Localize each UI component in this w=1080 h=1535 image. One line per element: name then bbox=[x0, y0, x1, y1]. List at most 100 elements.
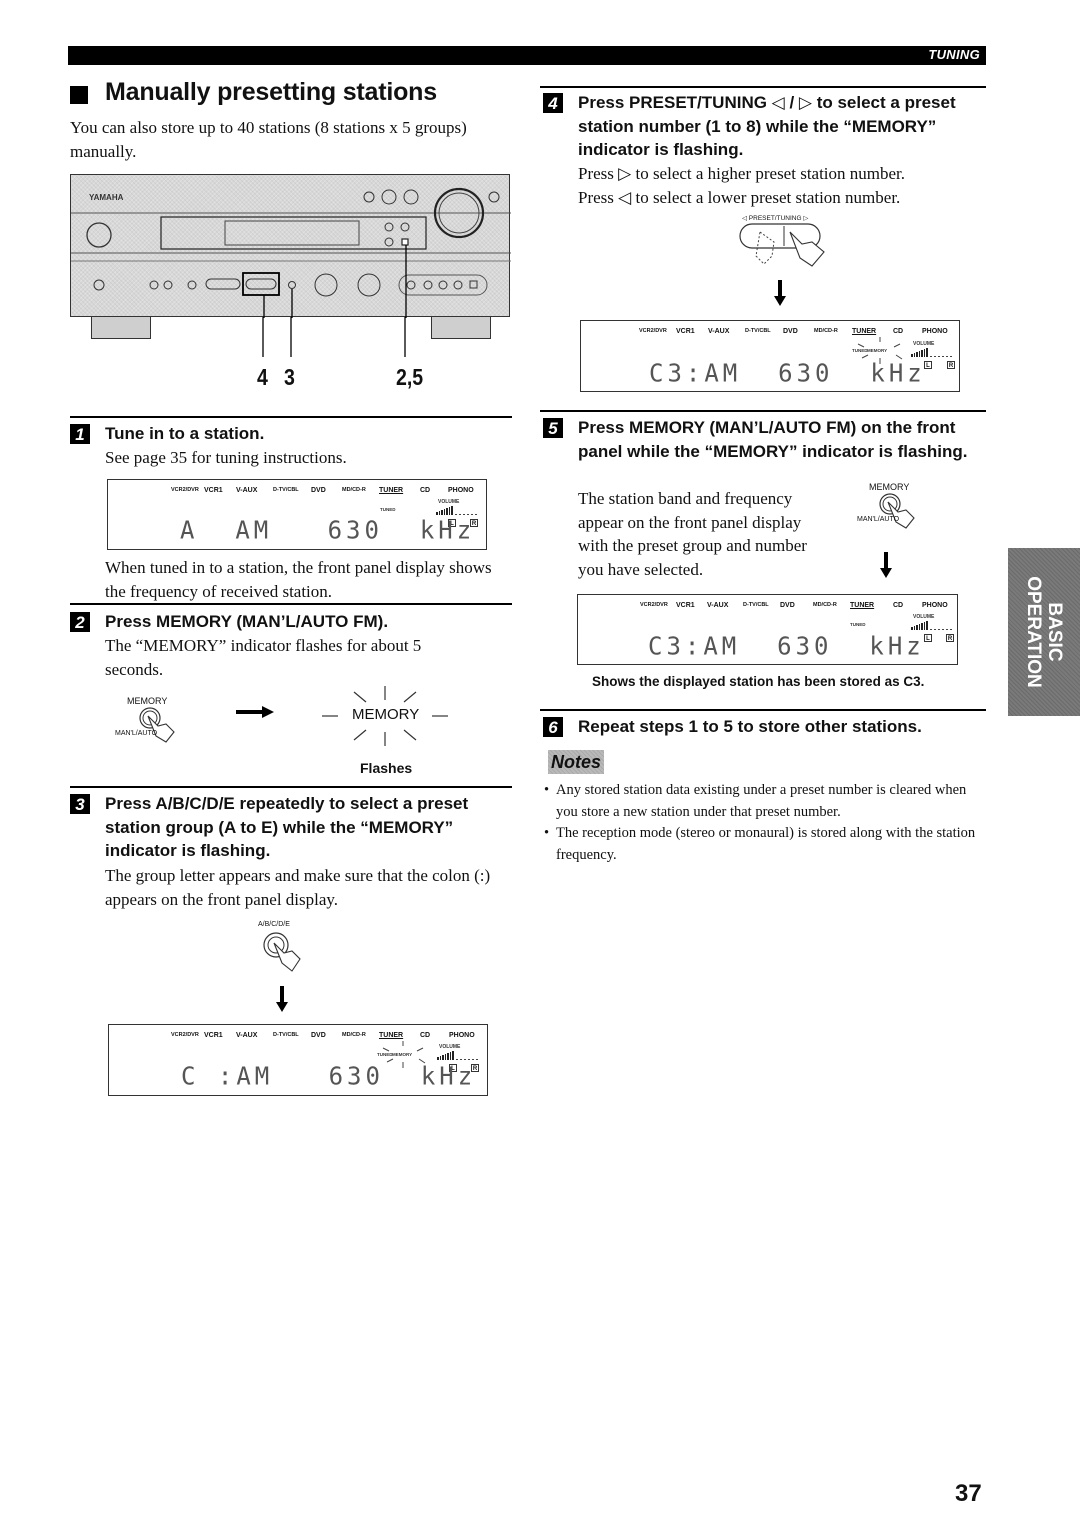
arrow-down-icon bbox=[880, 552, 892, 578]
display-input-dtv-cbl: D-TV/CBL bbox=[743, 602, 769, 608]
step-4-heading: Press PRESET/TUNING ◁ / ▷ to select a pr… bbox=[578, 93, 956, 159]
display-input-dvd: DVD bbox=[783, 328, 798, 335]
display-input-labels: VCR2/DVR VCR1 V-AUX D-TV/CBL DVD MD/CD-R… bbox=[108, 487, 486, 497]
display-volume-label: VOLUME bbox=[913, 614, 935, 620]
step-6-heading: Repeat steps 1 to 5 to store other stati… bbox=[578, 717, 922, 736]
memory-button-press-icon bbox=[139, 707, 175, 743]
step-1-number: 1 bbox=[70, 424, 90, 444]
display-input-vcr1: VCR1 bbox=[204, 487, 223, 494]
display-volume-label: VOLUME bbox=[439, 1044, 461, 1050]
step-2-heading: Press MEMORY (MAN’L/AUTO FM). bbox=[105, 612, 389, 631]
memory-button-bottom-label: MAN'L/AUTO bbox=[115, 730, 158, 737]
display-tuned-indicator: TUNED bbox=[850, 622, 866, 627]
arrow-down-icon bbox=[774, 280, 786, 306]
display-input-md-cdr: MD/CD-R bbox=[814, 328, 838, 334]
display-main-readout: C :AM 630 kHz bbox=[181, 1061, 477, 1091]
volume-level-bar bbox=[436, 506, 477, 515]
side-tab-line-2: OPERATION bbox=[1023, 576, 1044, 688]
step-5-number: 5 bbox=[543, 418, 563, 438]
step-1-rule bbox=[70, 416, 512, 418]
side-tab-label: BASIC OPERATION bbox=[1023, 576, 1065, 688]
display-input-phono: PHONO bbox=[922, 328, 948, 335]
memory-indicator-label: MEMORY bbox=[352, 706, 420, 723]
callout-step-2-5: 2,5 bbox=[396, 364, 424, 390]
display-input-v-aux: V-AUX bbox=[708, 328, 730, 335]
display-volume-label: VOLUME bbox=[438, 499, 460, 505]
notes-badge: Notes bbox=[548, 750, 604, 774]
step-4-body-lower: Press ◁ to select a lower preset station… bbox=[578, 188, 901, 207]
display-input-cd: CD bbox=[893, 328, 904, 335]
arrow-right-icon bbox=[236, 706, 274, 718]
front-panel-display-step-3: VCR2/DVR VCR1 V-AUX D-TV/CBL DVD MD/CD-R… bbox=[108, 1024, 488, 1096]
callout-step-3: 3 bbox=[284, 364, 295, 390]
section-header-bar: TUNING bbox=[68, 46, 986, 65]
display-input-labels: VCR2/DVR VCR1 V-AUX D-TV/CBL DVD MD/CD-R… bbox=[109, 1032, 487, 1042]
display-input-vcr1: VCR1 bbox=[204, 1032, 223, 1039]
display-input-cd: CD bbox=[420, 487, 431, 494]
step-1-heading: Tune in to a station. bbox=[105, 424, 265, 443]
receiver-front-panel-figure: YAMAHA bbox=[70, 174, 511, 318]
display-input-md-cdr: MD/CD-R bbox=[813, 602, 837, 608]
preset-tuning-button-press-icon bbox=[739, 223, 825, 267]
step-5-caption: Shows the displayed station has been sto… bbox=[592, 674, 925, 689]
display-tuned-indicator: TUNED bbox=[380, 507, 396, 512]
section-tag: TUNING bbox=[928, 47, 980, 62]
step-1-after-text: When tuned in to a station, the front pa… bbox=[105, 558, 492, 601]
step-6-number: 6 bbox=[543, 717, 563, 737]
abcde-button-label: A/B/C/D/E bbox=[258, 921, 290, 928]
display-main-readout: C3:AM 630 kHz bbox=[648, 631, 925, 661]
volume-level-bar bbox=[437, 1051, 478, 1060]
display-input-phono: PHONO bbox=[448, 487, 474, 494]
display-main-readout: C3:AM 630 kHz bbox=[649, 358, 926, 388]
display-input-md-cdr: MD/CD-R bbox=[342, 1032, 366, 1038]
page-title: Manually presetting stations bbox=[105, 78, 437, 106]
step-6-rule bbox=[540, 709, 986, 711]
display-input-tuner: TUNER bbox=[379, 1032, 404, 1039]
step-2-body: The “MEMORY” indicator flashes for about… bbox=[105, 636, 422, 679]
preset-tuning-button-label: ◁ PRESET/TUNING ▷ bbox=[742, 215, 809, 222]
flashes-caption: Flashes bbox=[360, 760, 413, 776]
display-input-dvd: DVD bbox=[780, 602, 795, 609]
memory-button-top-label: MEMORY bbox=[869, 482, 910, 492]
note-item: The reception mode (stereo or monaural) … bbox=[544, 823, 984, 866]
step-5-heading: Press MEMORY (MAN’L/AUTO FM) on the fron… bbox=[578, 418, 968, 461]
display-input-phono: PHONO bbox=[922, 602, 948, 609]
display-input-dtv-cbl: D-TV/CBL bbox=[273, 487, 299, 493]
step-3-rule bbox=[70, 786, 512, 788]
display-input-vcr2-dvr: VCR2/DVR bbox=[639, 328, 667, 334]
step-3-number: 3 bbox=[70, 794, 90, 814]
yamaha-logo: YAMAHA bbox=[89, 193, 124, 202]
front-panel-display-step-1: VCR2/DVR VCR1 V-AUX D-TV/CBL DVD MD/CD-R… bbox=[107, 479, 487, 550]
display-input-dtv-cbl: D-TV/CBL bbox=[745, 328, 771, 334]
display-input-tuner: TUNER bbox=[850, 602, 875, 609]
display-left-channel: L bbox=[924, 634, 932, 642]
display-input-md-cdr: MD/CD-R bbox=[342, 487, 366, 493]
side-tab-line-1: BASIC bbox=[1044, 602, 1065, 662]
display-input-tuner: TUNER bbox=[852, 328, 877, 335]
callout-lines bbox=[262, 317, 406, 357]
display-input-labels: VCR2/DVR VCR1 V-AUX D-TV/CBL DVD MD/CD-R… bbox=[578, 602, 957, 612]
step-2-rule bbox=[70, 603, 512, 605]
display-input-vcr2-dvr: VCR2/DVR bbox=[171, 1032, 199, 1038]
step-3-heading: Press A/B/C/D/E repeatedly to select a p… bbox=[105, 794, 469, 860]
arrow-down-icon bbox=[276, 986, 288, 1012]
display-input-v-aux: V-AUX bbox=[707, 602, 729, 609]
step-5-rule bbox=[540, 410, 986, 412]
front-panel-display-step-5: VCR2/DVR VCR1 V-AUX D-TV/CBL DVD MD/CD-R… bbox=[577, 594, 958, 665]
display-input-vcr2-dvr: VCR2/DVR bbox=[171, 487, 199, 493]
step-5-body: The station band and frequency appear on… bbox=[578, 489, 807, 579]
step-1-body: See page 35 for tuning instructions. bbox=[105, 448, 347, 467]
abcde-button-press-icon bbox=[263, 932, 301, 972]
memory-button-bottom-label: MAN'L/AUTO bbox=[857, 516, 900, 523]
display-input-phono: PHONO bbox=[449, 1032, 475, 1039]
intro-text: You can also store up to 40 stations (8 … bbox=[70, 118, 467, 161]
display-volume-label: VOLUME bbox=[913, 341, 935, 347]
step-4-number: 4 bbox=[543, 93, 563, 113]
display-main-readout: A AM 630 kHz bbox=[180, 515, 476, 545]
memory-button-press-icon bbox=[879, 493, 915, 529]
receiver-drawing bbox=[71, 187, 511, 318]
page-number: 37 bbox=[955, 1480, 982, 1507]
display-input-cd: CD bbox=[420, 1032, 431, 1039]
note-item: Any stored station data existing under a… bbox=[544, 780, 984, 823]
display-input-tuner: TUNER bbox=[379, 487, 404, 494]
